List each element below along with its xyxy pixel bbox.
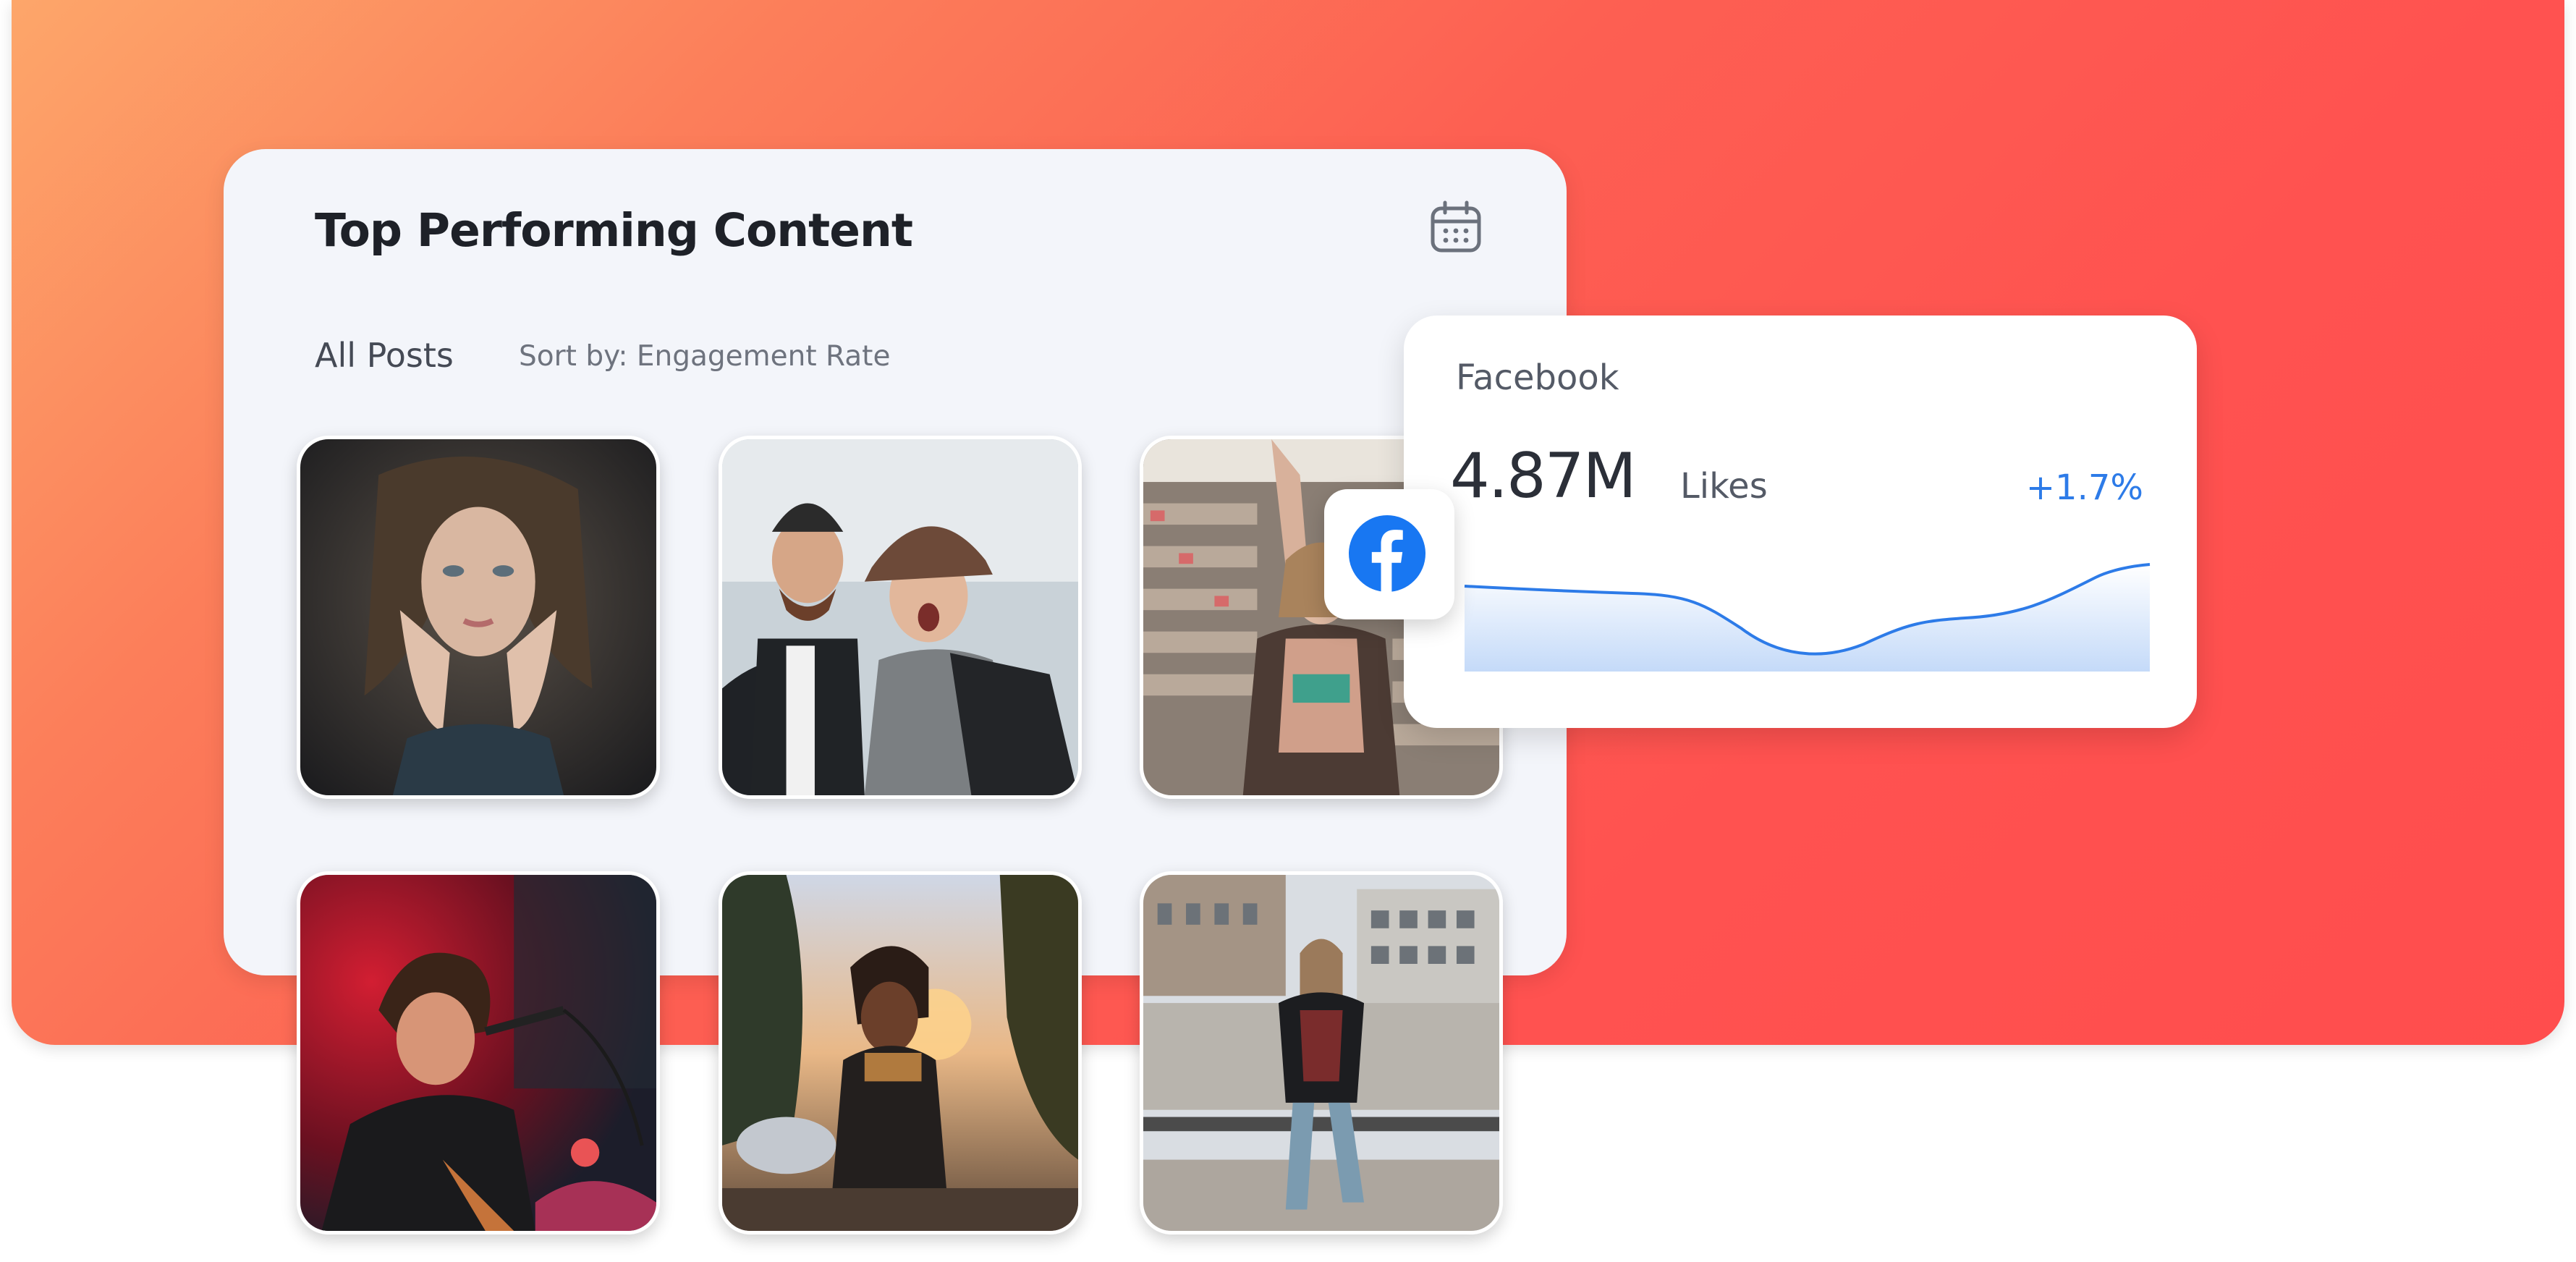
sort-dropdown[interactable]: Sort by: Engagement Rate (519, 340, 890, 373)
platform-name: Facebook (1456, 357, 1619, 398)
post-tile-singer-on-stage[interactable] (297, 871, 660, 1235)
post-image (1143, 875, 1499, 1231)
post-tile-two-friends[interactable] (719, 436, 1082, 799)
post-image (722, 875, 1078, 1231)
change-percentage: +1.7% (2025, 467, 2143, 508)
facebook-logo-icon (1349, 515, 1425, 592)
promo-stage: Top Performing Content All Posts Sort by… (0, 0, 2576, 1262)
calendar-icon[interactable] (1427, 198, 1485, 256)
likes-unit: Likes (1680, 466, 1768, 507)
tab-all-posts[interactable]: All Posts (315, 336, 454, 375)
facebook-logo-chip (1324, 489, 1454, 619)
sparkline-area (1465, 564, 2150, 672)
post-image (300, 439, 656, 795)
post-image (300, 875, 656, 1231)
likes-trend-sparkline (1464, 563, 2151, 672)
post-tile-woman-on-rooftop[interactable] (1140, 871, 1503, 1235)
post-image (722, 439, 1078, 795)
facebook-stats-card: Facebook 4.87M Likes +1.7% (1404, 316, 2197, 728)
post-tile-woman-hands-on-face[interactable] (297, 436, 660, 799)
card-title: Top Performing Content (315, 204, 913, 257)
likes-value: 4.87M (1450, 440, 1637, 512)
post-tile-man-at-sunset[interactable] (719, 871, 1082, 1235)
